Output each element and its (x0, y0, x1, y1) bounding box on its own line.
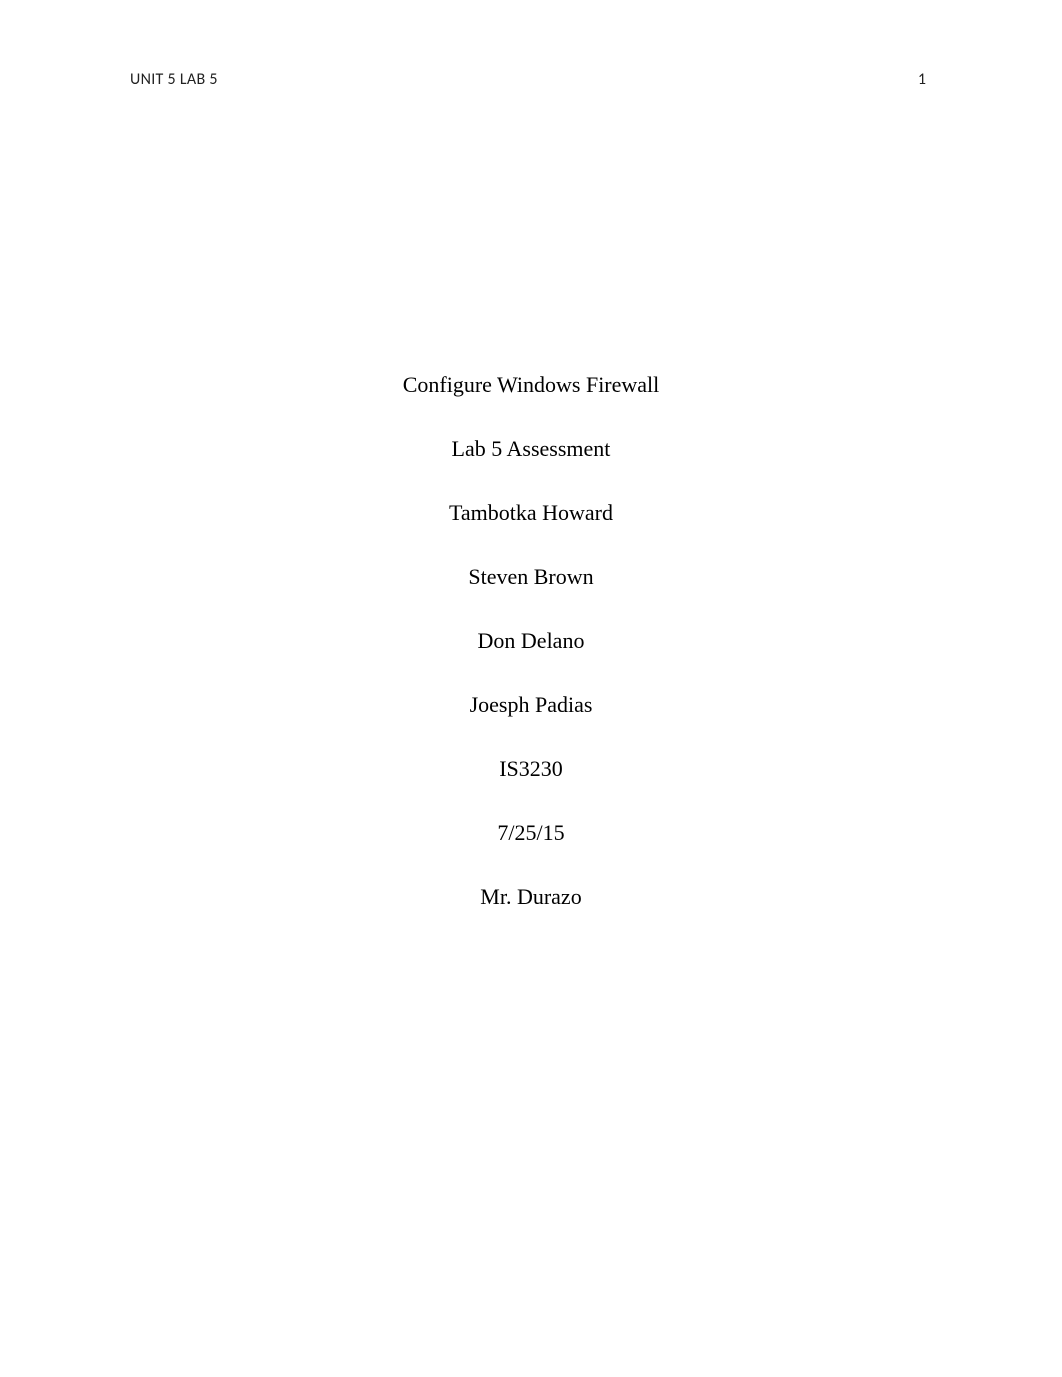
title-page-content: Configure Windows Firewall Lab 5 Assessm… (130, 374, 932, 908)
page-header: UNIT 5 LAB 5 1 (130, 70, 932, 89)
document-subtitle: Lab 5 Assessment (452, 438, 611, 460)
author-line: Don Delano (478, 630, 585, 652)
running-head: UNIT 5 LAB 5 (130, 70, 218, 89)
date-line: 7/25/15 (497, 822, 564, 844)
author-line: Tambotka Howard (449, 502, 613, 524)
instructor-line: Mr. Durazo (480, 886, 581, 908)
author-line: Steven Brown (468, 566, 593, 588)
page: UNIT 5 LAB 5 1 Configure Windows Firewal… (0, 0, 1062, 1377)
page-number: 1 (918, 70, 932, 89)
document-title: Configure Windows Firewall (403, 374, 660, 396)
author-line: Joesph Padias (470, 694, 593, 716)
course-code: IS3230 (499, 758, 563, 780)
